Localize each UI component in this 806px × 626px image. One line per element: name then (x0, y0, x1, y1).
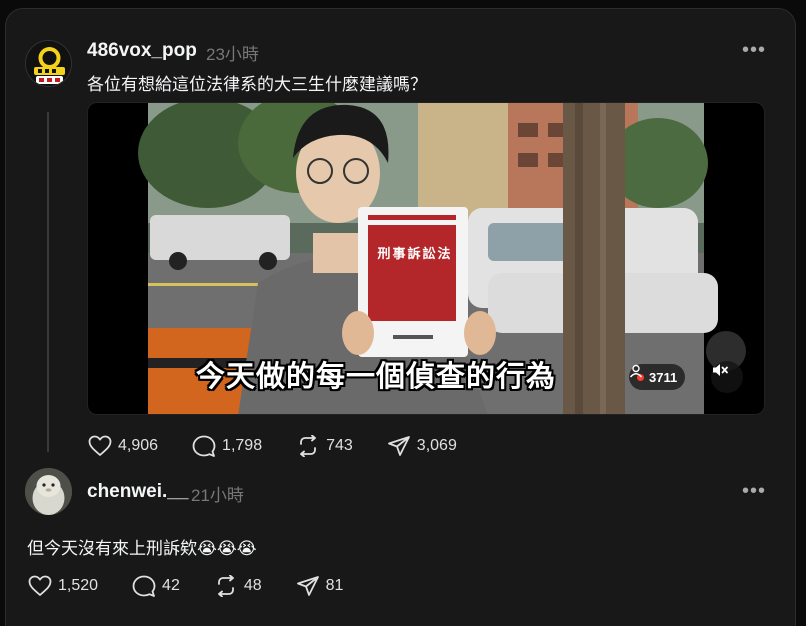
mute-button[interactable] (711, 361, 743, 393)
post-like-button[interactable]: 4,906 (88, 435, 158, 457)
post-more-icon[interactable]: ••• (742, 40, 766, 60)
reply-comment-count: 42 (162, 577, 180, 594)
share-icon (387, 436, 410, 456)
video-subtitle: 今天做的每一個偵查的行為 (195, 361, 556, 393)
reply-action-bar: 1,520 42 48 81 (28, 575, 377, 597)
reply-like-count: 1,520 (58, 577, 99, 594)
share-icon (296, 576, 319, 596)
comment-icon (192, 435, 216, 457)
repost-icon (217, 575, 234, 597)
post-share-button[interactable]: 3,069 (387, 435, 457, 457)
reply-timestamp[interactable]: 21小時 (191, 481, 244, 506)
post-video[interactable]: 刑事訴訟法 今天做的每一個偵查的行為 3711 (87, 102, 765, 415)
avatar-image (25, 468, 72, 515)
post-repost-count: 743 (326, 437, 353, 454)
post-share-count: 3,069 (416, 437, 457, 454)
heart-icon (88, 435, 112, 456)
viewer-icon (629, 364, 643, 378)
reply-share-button[interactable]: 81 (296, 575, 344, 597)
post-timestamp[interactable]: 23小時 (206, 40, 259, 65)
post-avatar[interactable] (25, 40, 72, 87)
viewer-count: 3711 (649, 369, 678, 385)
reply-like-button[interactable]: 1,520 (28, 575, 98, 597)
reply-repost-count: 48 (243, 577, 262, 594)
reply-more-icon[interactable]: ••• (742, 481, 766, 501)
reply-text: 但今天沒有來上刑訴欸😭😭😭 (27, 539, 257, 558)
mute-icon (713, 364, 728, 376)
post-username[interactable]: 486vox_pop (87, 40, 197, 62)
reply-share-count: 81 (325, 577, 344, 594)
heart-icon (28, 575, 52, 596)
post-repost-button[interactable]: 743 (296, 435, 353, 457)
thread-connector-line (47, 112, 49, 452)
repost-icon (300, 435, 316, 457)
reply-avatar[interactable] (25, 468, 72, 515)
post-text: 各位有想給這位法律系的大三生什麼建議嗎？ (87, 75, 427, 94)
book-title: 刑事訴訟法 (377, 246, 453, 261)
post-comment-button[interactable]: 1,798 (192, 435, 262, 457)
comment-icon (132, 575, 156, 597)
avatar-logo (26, 41, 71, 86)
reply-username[interactable]: chenwei.__ (87, 481, 188, 503)
post-comment-count: 1,798 (222, 437, 263, 454)
reply-repost-button[interactable]: 48 (214, 575, 262, 597)
viewer-count-badge: 3711 (629, 364, 686, 390)
reply-comment-button[interactable]: 42 (132, 575, 180, 597)
post-action-bar: 4,906 1,798 743 3,069 (88, 435, 491, 457)
post-like-count: 4,906 (118, 437, 159, 454)
